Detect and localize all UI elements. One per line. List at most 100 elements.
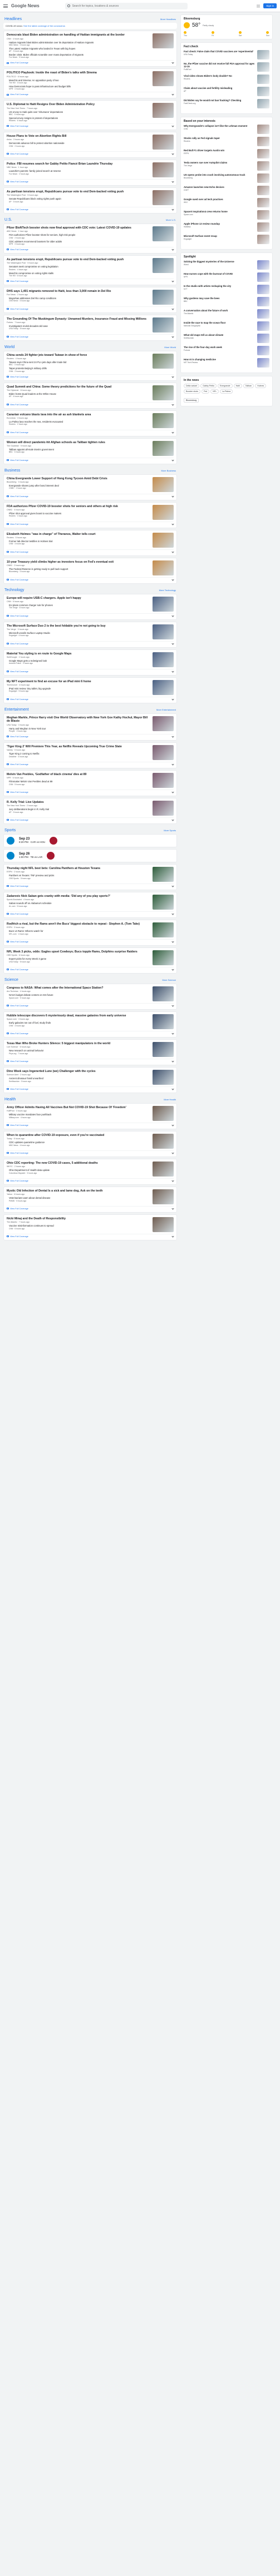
more-link[interactable]: More Technology (159, 589, 176, 592)
story-headline[interactable]: The Grounding Of The Muskingum Dynasty: … (7, 317, 150, 321)
search-input[interactable] (72, 4, 185, 8)
side-story-thumbnail[interactable] (257, 222, 269, 232)
section-title[interactable]: Science (4, 978, 18, 982)
story-headline[interactable]: My NFT experiment to find an excuse for … (7, 680, 150, 684)
share-icon[interactable] (171, 403, 174, 406)
story-thumbnail[interactable] (153, 226, 174, 241)
side-story[interactable]: US opens probe into crash involving auto… (184, 173, 269, 183)
view-full-coverage-link[interactable]: View Full Coverage (7, 941, 28, 943)
story-thumbnail[interactable] (153, 1069, 174, 1085)
view-full-coverage-link[interactable]: View Full Coverage (7, 1208, 28, 1210)
side-story[interactable]: A conversation about the future of work T… (184, 309, 269, 319)
more-link[interactable]: More Sports (164, 829, 176, 832)
more-link[interactable]: More Business (161, 469, 176, 472)
story-thumbnail[interactable] (153, 560, 174, 575)
share-icon[interactable] (171, 1060, 174, 1063)
view-full-coverage-link[interactable]: View Full Coverage (7, 698, 28, 701)
view-full-coverage-link[interactable]: View Full Coverage (7, 579, 28, 581)
side-story-text[interactable]: Fact check: False claim that COVID vacci… (184, 50, 255, 59)
story-headline[interactable]: FDA authorizes Pfizer COVID-19 booster s… (7, 505, 150, 509)
story-card[interactable]: Material You styling is en route to Goog… (3, 649, 177, 676)
side-story-text[interactable]: US opens probe into crash involving auto… (184, 173, 255, 183)
side-story-text[interactable]: Why Evergrande's collapse isn't like the… (184, 125, 255, 134)
view-full-coverage-link[interactable]: View Full Coverage (7, 913, 28, 915)
share-icon[interactable] (171, 307, 174, 310)
share-icon[interactable] (171, 495, 174, 498)
share-icon[interactable] (171, 335, 174, 338)
story-card[interactable]: Rodfrich a rival, but the Rams aren't th… (3, 919, 177, 946)
side-story-thumbnail[interactable] (257, 334, 269, 343)
share-icon[interactable] (171, 93, 174, 96)
view-full-coverage-link[interactable]: View Full Coverage (7, 1033, 28, 1035)
view-full-coverage-link[interactable]: View Full Coverage (7, 249, 28, 251)
share-icon[interactable] (171, 818, 174, 821)
story-headline[interactable]: R. Kelly Trial: Live Updates (7, 801, 150, 805)
side-story-thumbnail[interactable] (257, 272, 269, 282)
side-story-text[interactable]: Did Biden say he would not ban fracking?… (184, 99, 255, 108)
story-headline[interactable]: Rodfrich a rival, but the Rams aren't th… (7, 922, 150, 926)
story-thumbnail[interactable] (153, 289, 174, 305)
section-title[interactable]: World (4, 345, 14, 349)
story-thumbnail[interactable] (153, 504, 174, 520)
side-story[interactable]: Fact check: False claim that COVID vacci… (184, 50, 269, 59)
view-full-coverage-link[interactable]: View Full Coverage (7, 615, 28, 617)
story-thumbnail[interactable] (153, 986, 174, 1001)
side-story-text[interactable]: No, the Pfizer vaccine did not receive f… (184, 62, 255, 72)
story-headline[interactable]: China sends 24 fighter jets toward Taiwa… (7, 354, 150, 358)
side-story[interactable]: Microsoft Surface event recap Engadget (184, 235, 269, 244)
more-link[interactable]: More U.S. (166, 219, 176, 221)
story-thumbnail[interactable] (153, 385, 174, 400)
story-headline[interactable]: Zadarovic Nick Saban gets cranky with me… (7, 895, 150, 899)
side-story[interactable]: How nurses cope with the burnout of COVI… (184, 272, 269, 282)
share-icon[interactable] (171, 763, 174, 766)
story-headline[interactable]: Melvin Van Peebles, 'Godfather of black … (7, 773, 150, 777)
story-headline[interactable]: Canarian volcano blasts lava into the ai… (7, 413, 150, 417)
side-story-thumbnail[interactable] (257, 50, 269, 59)
view-full-coverage-link[interactable]: View Full Coverage (7, 1152, 28, 1154)
story-headline[interactable]: Texas Man Who Broke Hunters Silence: 5 b… (7, 1042, 150, 1046)
side-story-text[interactable]: Viral video shows Biden's body double? N… (184, 75, 255, 84)
share-icon[interactable] (171, 125, 174, 127)
story-thumbnail[interactable] (153, 744, 174, 760)
story-headline[interactable]: Hubble telescope discovers 6 mysteriousl… (7, 1014, 150, 1018)
section-title[interactable]: Health (4, 1098, 16, 1101)
side-story-thumbnail[interactable] (257, 297, 269, 306)
share-icon[interactable] (171, 459, 174, 461)
side-story-thumbnail[interactable] (257, 198, 269, 207)
share-icon[interactable] (171, 791, 174, 793)
more-link[interactable]: More Headlines (160, 18, 176, 21)
search-box[interactable] (65, 2, 188, 9)
side-story[interactable]: Claim about vaccine and fertility mislea… (184, 87, 269, 96)
more-link[interactable]: More World (164, 346, 176, 349)
share-icon[interactable] (171, 670, 174, 673)
section-title[interactable]: U.S. (4, 218, 12, 222)
story-thumbnail[interactable] (153, 1041, 174, 1057)
side-story-thumbnail[interactable] (257, 210, 269, 220)
story-card[interactable]: Thursday night NFL best bets: Carolina P… (3, 863, 177, 890)
side-story-text[interactable]: Solving the biggest mysteries of the Uni… (184, 260, 255, 270)
story-card[interactable]: Hubble telescope discovers 6 mysteriousl… (3, 1011, 177, 1038)
story-card[interactable]: Police: FBI resumes search for Gabby Pet… (3, 159, 177, 186)
view-full-coverage-link[interactable]: View Full Coverage (7, 969, 28, 971)
share-icon[interactable] (171, 375, 174, 378)
story-headline[interactable]: Europe will require USB-C chargers. Appl… (7, 597, 150, 600)
story-card[interactable]: Meghan Markle, Prince Harry visit One Wo… (3, 713, 177, 741)
view-full-coverage-link[interactable]: View Full Coverage (7, 125, 28, 127)
share-icon[interactable] (171, 280, 174, 282)
view-full-coverage-link[interactable]: View Full Coverage (7, 209, 28, 211)
side-story-text[interactable]: Apple iPhone 13 review roundup 9to5Mac (184, 222, 255, 232)
story-card[interactable]: Zadarovic Nick Saban gets cranky with me… (3, 891, 177, 918)
story-thumbnail[interactable] (153, 440, 174, 456)
story-headline[interactable]: When to quarantine after COVID-19 exposu… (7, 1134, 150, 1138)
story-card[interactable]: Texas Man Who Broke Hunters Silence: 5 b… (3, 1039, 177, 1065)
side-story-text[interactable]: How nurses cope with the burnout of COVI… (184, 272, 255, 282)
story-card[interactable]: FDA authorizes Pfizer COVID-19 booster s… (3, 502, 177, 528)
story-headline[interactable]: China Evergrande Lower Support of Hong K… (7, 477, 150, 481)
side-story[interactable]: Inside the race to map the ocean floor Na… (184, 321, 269, 331)
story-thumbnail[interactable] (153, 257, 174, 273)
story-headline[interactable]: Women will direct pandemic-hit Afghan sc… (7, 441, 150, 445)
view-full-coverage-link[interactable]: View Full Coverage (7, 93, 28, 96)
side-story-thumbnail[interactable] (257, 260, 269, 270)
side-story-thumbnail[interactable] (257, 358, 269, 368)
side-story-thumbnail[interactable] (257, 75, 269, 84)
